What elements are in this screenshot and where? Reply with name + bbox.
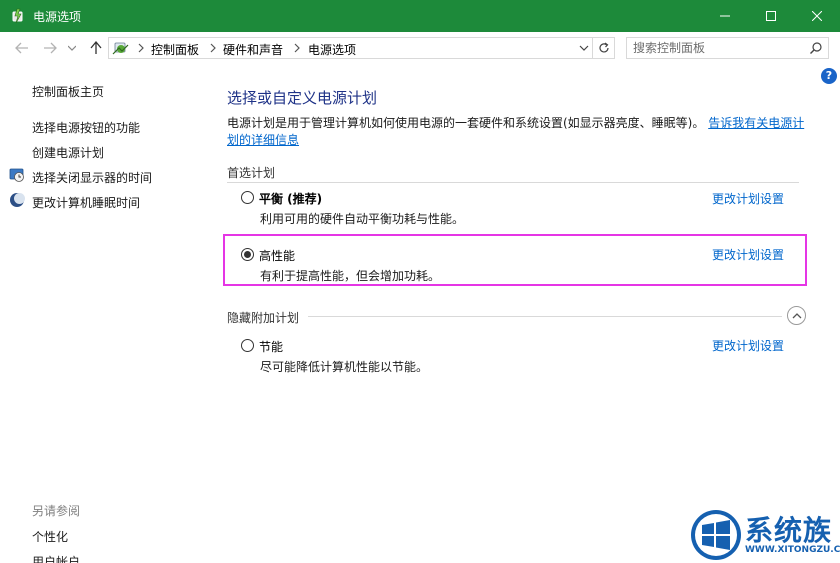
plan-balanced-desc: 利用可用的硬件自动平衡功耗与性能。 (260, 212, 465, 226)
address-dropdown-icon[interactable] (577, 42, 591, 54)
plan-high-performance-desc: 有利于提高性能，但会增加功耗。 (260, 269, 441, 283)
radio-high-performance[interactable] (241, 248, 254, 261)
control-panel-icon (112, 42, 129, 55)
watermark-url: WWW.XITONGZU.COM (745, 545, 840, 555)
description-text: 电源计划是用于管理计算机如何使用电源的一套硬件和系统设置(如显示器亮度、睡眠等)… (227, 116, 705, 130)
power-options-icon (12, 8, 23, 24)
change-plan-settings-balanced[interactable]: 更改计划设置 (712, 190, 784, 207)
plan-high-performance-name[interactable]: 高性能 (259, 247, 295, 264)
sidebar-item-sleep-time[interactable]: 更改计算机睡眠时间 (32, 194, 140, 211)
sidebar: 控制面板主页 选择电源按钮的功能 创建电源计划 选择关闭显示器的时间 更改计算机… (0, 64, 210, 563)
radio-balanced[interactable] (241, 191, 254, 204)
breadcrumb-hardware-sound[interactable]: 硬件和声音 (223, 41, 283, 58)
main-content: 选择或自定义电源计划 电源计划是用于管理计算机如何使用电源的一套硬件和系统设置(… (210, 64, 840, 563)
moon-icon (10, 193, 25, 207)
page-title: 选择或自定义电源计划 (227, 89, 378, 107)
see-also-heading: 另请参阅 (32, 504, 81, 518)
page-description: 电源计划是用于管理计算机如何使用电源的一套硬件和系统设置(如显示器亮度、睡眠等)… (227, 115, 807, 149)
divider (308, 316, 782, 317)
up-arrow-icon (90, 41, 102, 54)
change-plan-settings-power-saver[interactable]: 更改计划设置 (712, 337, 784, 354)
minimize-button[interactable] (702, 0, 748, 32)
radio-power-saver[interactable] (241, 339, 254, 352)
breadcrumb-power-options[interactable]: 电源选项 (308, 41, 356, 58)
sidebar-item-home[interactable]: 控制面板主页 (32, 83, 104, 100)
collapse-hidden-plans-button[interactable] (787, 306, 806, 325)
forward-button[interactable] (40, 39, 60, 57)
up-button[interactable] (86, 39, 106, 57)
hidden-plans-label: 隐藏附加计划 (227, 311, 300, 325)
windows-logo-icon (691, 510, 741, 560)
back-arrow-icon (15, 42, 28, 54)
sidebar-item-create-plan[interactable]: 创建电源计划 (32, 144, 104, 161)
refresh-button[interactable] (592, 37, 614, 59)
search-icon[interactable] (809, 41, 823, 55)
breadcrumb-separator-icon (294, 43, 300, 53)
change-plan-settings-high-performance[interactable]: 更改计划设置 (712, 246, 784, 263)
watermark-title: 系统族 (745, 514, 833, 547)
refresh-icon (598, 42, 609, 53)
window-title: 电源选项 (33, 10, 82, 24)
sidebar-item-personalization[interactable]: 个性化 (32, 528, 68, 545)
recent-locations-button[interactable] (62, 39, 82, 57)
plan-balanced-name[interactable]: 平衡 (推荐) (259, 190, 322, 207)
back-button[interactable] (12, 39, 32, 57)
sidebar-item-user-accounts[interactable]: 用户帐户 (32, 553, 80, 563)
divider (227, 182, 799, 183)
search-input[interactable] (633, 40, 803, 56)
breadcrumb-separator-icon (138, 43, 144, 53)
breadcrumb-control-panel[interactable]: 控制面板 (151, 41, 199, 58)
sidebar-item-display-off[interactable]: 选择关闭显示器的时间 (32, 169, 152, 186)
breadcrumb-separator-icon (210, 43, 216, 53)
chevron-down-icon (68, 45, 76, 51)
address-bar[interactable]: 控制面板 硬件和声音 电源选项 (108, 37, 615, 59)
watermark: 系统族 WWW.XITONGZU.COM (688, 505, 840, 563)
forward-arrow-icon (44, 42, 57, 54)
sidebar-item-power-buttons[interactable]: 选择电源按钮的功能 (32, 119, 140, 136)
preferred-plans-label: 首选计划 (227, 166, 276, 180)
chevron-up-icon (792, 313, 801, 319)
maximize-button[interactable] (748, 0, 794, 32)
close-button[interactable] (794, 0, 840, 32)
title-bar: 电源选项 (0, 0, 840, 32)
plan-power-saver-name[interactable]: 节能 (259, 338, 283, 355)
monitor-clock-icon (9, 168, 24, 182)
search-box[interactable] (626, 37, 829, 59)
plan-power-saver-desc: 尽可能降低计算机性能以节能。 (260, 360, 429, 374)
